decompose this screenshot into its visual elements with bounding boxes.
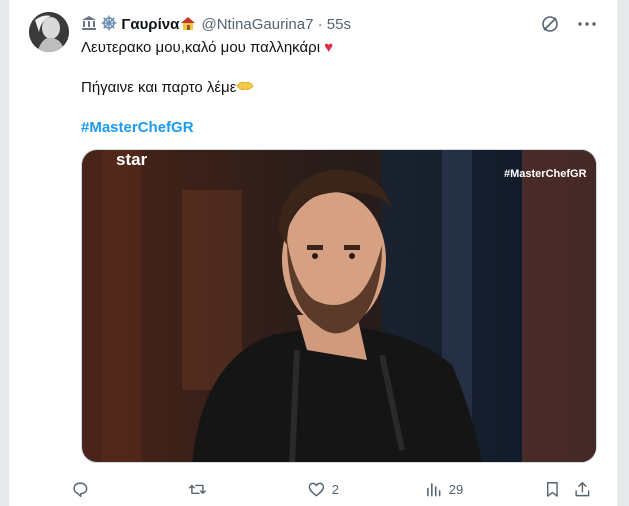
- tweet-line-2-text: Πήγαινε και παρτο λέμε: [81, 79, 237, 96]
- avatar[interactable]: [29, 12, 69, 52]
- heart-emoji: ♥: [324, 39, 334, 56]
- reply-button[interactable]: [71, 477, 96, 501]
- tweet-header: Γαυρίνα @NtinaGaurina7 · 55s: [81, 15, 351, 37]
- user-handle[interactable]: @NtinaGaurina7: [202, 16, 314, 33]
- views-button[interactable]: 29: [424, 477, 463, 501]
- overlay-hashtag: #MasterChefGR: [504, 168, 587, 180]
- more-icon[interactable]: [575, 12, 599, 36]
- reply-icon: [73, 482, 88, 497]
- action-bar: 2 29: [71, 477, 601, 501]
- timestamp[interactable]: 55s: [327, 16, 351, 33]
- bookmark-icon: [546, 481, 558, 497]
- ship-wheel-icon: [101, 15, 117, 37]
- share-icon: [575, 481, 590, 496]
- like-icon: [308, 482, 325, 496]
- bank-icon: [81, 15, 97, 37]
- display-name[interactable]: Γαυρίνα: [121, 16, 179, 33]
- tweet-card[interactable]: Γαυρίνα @NtinaGaurina7 · 55s Λευτερακο μ…: [9, 0, 618, 506]
- channel-logo: star: [116, 150, 148, 169]
- like-button[interactable]: 2: [307, 477, 339, 501]
- share-button[interactable]: [573, 477, 592, 501]
- tweet-media[interactable]: star #MasterChefGR: [81, 149, 597, 463]
- like-count: 2: [331, 481, 339, 497]
- views-count: 29: [448, 481, 464, 497]
- hashtag-link[interactable]: #MasterChefGR: [81, 118, 601, 138]
- house-icon: [179, 15, 197, 37]
- tweet-text: Λευτερακο μου,καλό μου παλληκάρι ♥ Πήγαι…: [81, 38, 601, 138]
- retweet-button[interactable]: [188, 477, 213, 501]
- tweet-line-1-text: Λευτερακο μου,καλό μου παλληκάρι: [81, 39, 321, 56]
- retweet-icon: [188, 484, 206, 494]
- grok-icon[interactable]: [540, 14, 560, 34]
- media-image: star #MasterChefGR: [82, 150, 596, 462]
- separator-dot: ·: [317, 16, 323, 33]
- handshake-emoji-icon: [236, 79, 254, 96]
- bookmark-button[interactable]: [543, 477, 562, 501]
- tweet-line-1: Λευτερακο μου,καλό μου παλληκάρι ♥: [81, 38, 601, 58]
- views-icon: [427, 482, 441, 497]
- avatar-image: [29, 12, 69, 52]
- tweet-line-2: Πήγαινε και παρτο λέμε: [81, 78, 601, 98]
